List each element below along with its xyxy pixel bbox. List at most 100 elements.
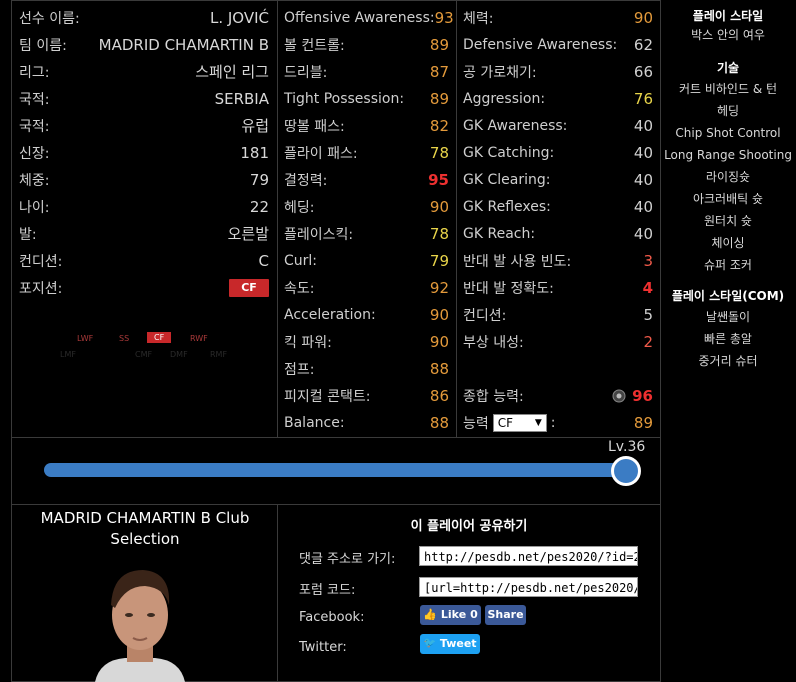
stat-label: Aggression:	[463, 90, 546, 107]
stat-row: 킥 파워: 90	[284, 328, 449, 355]
profile-label: 신장:	[19, 145, 50, 162]
stat-value: 3	[643, 251, 653, 270]
stat-row: 플레이스킥: 78	[284, 220, 449, 247]
stat-row: 결정력: 95	[284, 166, 449, 193]
stat-label: 컨디션:	[463, 307, 507, 324]
share-title: 이 플레이어 공유하기	[410, 519, 528, 534]
facebook-share-button[interactable]: Share	[485, 605, 526, 625]
overall-row: 종합 능력: 96	[463, 382, 653, 409]
club-title: MADRID CHAMARTIN B Club Selection	[40, 509, 250, 548]
tweet-button[interactable]: 🐦 Tweet	[420, 634, 480, 654]
profile-value: C	[258, 251, 269, 270]
profile-label: 체중:	[19, 172, 50, 189]
stat-row: 점프: 88	[284, 355, 449, 382]
stat-value: 90	[429, 197, 449, 216]
stat-value: 40	[633, 224, 653, 243]
stat-row: GK Catching: 40	[463, 139, 653, 166]
stat-value: 93	[434, 8, 454, 27]
profile-value: 181	[240, 143, 269, 162]
stat-row: 부상 내성: 2	[463, 328, 653, 355]
stat-value: 88	[429, 359, 449, 378]
stat-row: 속도: 92	[284, 274, 449, 301]
stat-row: 컨디션: 5	[463, 301, 653, 328]
stat-row: Offensive Awareness: 93	[284, 4, 454, 31]
ability-select[interactable]: CF ▼	[492, 413, 547, 432]
facebook-like-button[interactable]: 👍 Like 0	[420, 605, 481, 625]
stat-label: 공 가로채기:	[463, 64, 537, 81]
profile-label: 나이:	[19, 199, 50, 216]
profile-value: 22	[249, 197, 269, 216]
stat-value: 66	[633, 62, 653, 81]
stat-row: GK Reach: 40	[463, 220, 653, 247]
ability-label: 능력	[463, 415, 489, 432]
chevron-down-icon: ▼	[534, 417, 542, 428]
pos-lwf: LWF	[77, 334, 94, 343]
profile-value: 유럽	[241, 117, 269, 135]
stat-value: 40	[633, 116, 653, 135]
stat-label: 드리블:	[284, 64, 328, 81]
style-item: Chip Shot Control	[675, 126, 781, 140]
profile-label: 국적:	[19, 118, 50, 135]
style-item: 헤딩	[716, 104, 740, 118]
profile-label: 선수 이름:	[19, 10, 80, 27]
stat-value: 5	[643, 305, 653, 324]
pos-rmf: RMF	[210, 350, 228, 359]
profile-label: 팀 이름:	[19, 37, 67, 54]
stat-value: 90	[429, 332, 449, 351]
style-item: 체이싱	[711, 236, 745, 250]
stat-value: 2	[643, 332, 653, 351]
stat-value: 82	[429, 116, 449, 135]
skills-title: 기술	[716, 61, 740, 75]
profile-row: 나이: 22	[19, 193, 269, 220]
twitter-bird-icon: 🐦	[423, 638, 436, 649]
profile-row: 컨디션: C	[19, 247, 269, 274]
like-label: Like	[440, 608, 467, 621]
stat-label: Curl:	[284, 252, 318, 269]
skills-list: 커트 비하인드 & 턴헤딩 Chip Shot Control Long Range…	[660, 78, 796, 276]
profile-label: 발:	[19, 226, 37, 243]
like-count: 0	[470, 608, 478, 621]
twitter-label: Twitter:	[299, 640, 347, 655]
stat-label: 킥 파워:	[284, 334, 332, 351]
comment-url-input[interactable]: http://pesdb.net/pes2020/?id=23180	[419, 546, 638, 566]
stat-row: 공 가로채기: 66	[463, 58, 653, 85]
com-style-list: 날쌘돌이 빠른 총알 중거리 슈터	[660, 306, 796, 372]
stat-value: 86	[429, 386, 449, 405]
stat-label: 결정력:	[284, 172, 328, 189]
playstyle-title: 플레이 스타일	[692, 9, 764, 23]
style-item: 원터치 슛	[704, 214, 752, 228]
level-slider-track[interactable]	[44, 463, 628, 477]
pos-rwf: RWF	[190, 334, 208, 343]
ability-suffix: :	[550, 414, 556, 431]
stat-label: 체력:	[463, 10, 494, 27]
style-item: Long Range Shooting	[664, 148, 792, 162]
style-item: 아크러배틱 슛	[692, 192, 764, 206]
level-slider-handle[interactable]	[611, 456, 641, 486]
stat-row: 볼 컨트롤: 89	[284, 31, 449, 58]
stat-row: Defensive Awareness: 62	[463, 31, 653, 58]
stat-label: 속도:	[284, 280, 315, 297]
stat-value: 40	[633, 170, 653, 189]
stat-row: 반대 발 사용 빈도: 3	[463, 247, 653, 274]
comment-label: 댓글 주소로 가기:	[299, 552, 396, 567]
stat-row: Aggression: 76	[463, 85, 653, 112]
level-label: Lv.36	[608, 439, 646, 455]
profile-value: 오른발	[227, 225, 269, 243]
stat-row: GK Clearing: 40	[463, 166, 653, 193]
playstyle-value: 박스 안의 여우	[691, 28, 765, 42]
stat-label: GK Catching:	[463, 144, 555, 161]
com-style-title: 플레이 스타일(COM)	[671, 289, 785, 303]
facebook-label: Facebook:	[299, 610, 365, 625]
stat-value: 79	[429, 251, 449, 270]
forum-code-input[interactable]: [url=http://pesdb.net/pes2020/?id=2	[419, 577, 638, 597]
pos-ss: SS	[119, 334, 130, 343]
stat-row: 플라이 패스: 78	[284, 139, 449, 166]
profile-row: 발: 오른발	[19, 220, 269, 247]
stat-label: GK Awareness:	[463, 117, 568, 134]
style-item: 커트 비하인드 & 턴	[678, 82, 778, 96]
stat-label: 점프:	[284, 361, 315, 378]
stat-label: Offensive Awareness:	[284, 9, 435, 26]
stat-row: 피지컬 콘택트: 86	[284, 382, 449, 409]
stat-row: 체력: 90	[463, 4, 653, 31]
stat-label: GK Reflexes:	[463, 198, 551, 215]
